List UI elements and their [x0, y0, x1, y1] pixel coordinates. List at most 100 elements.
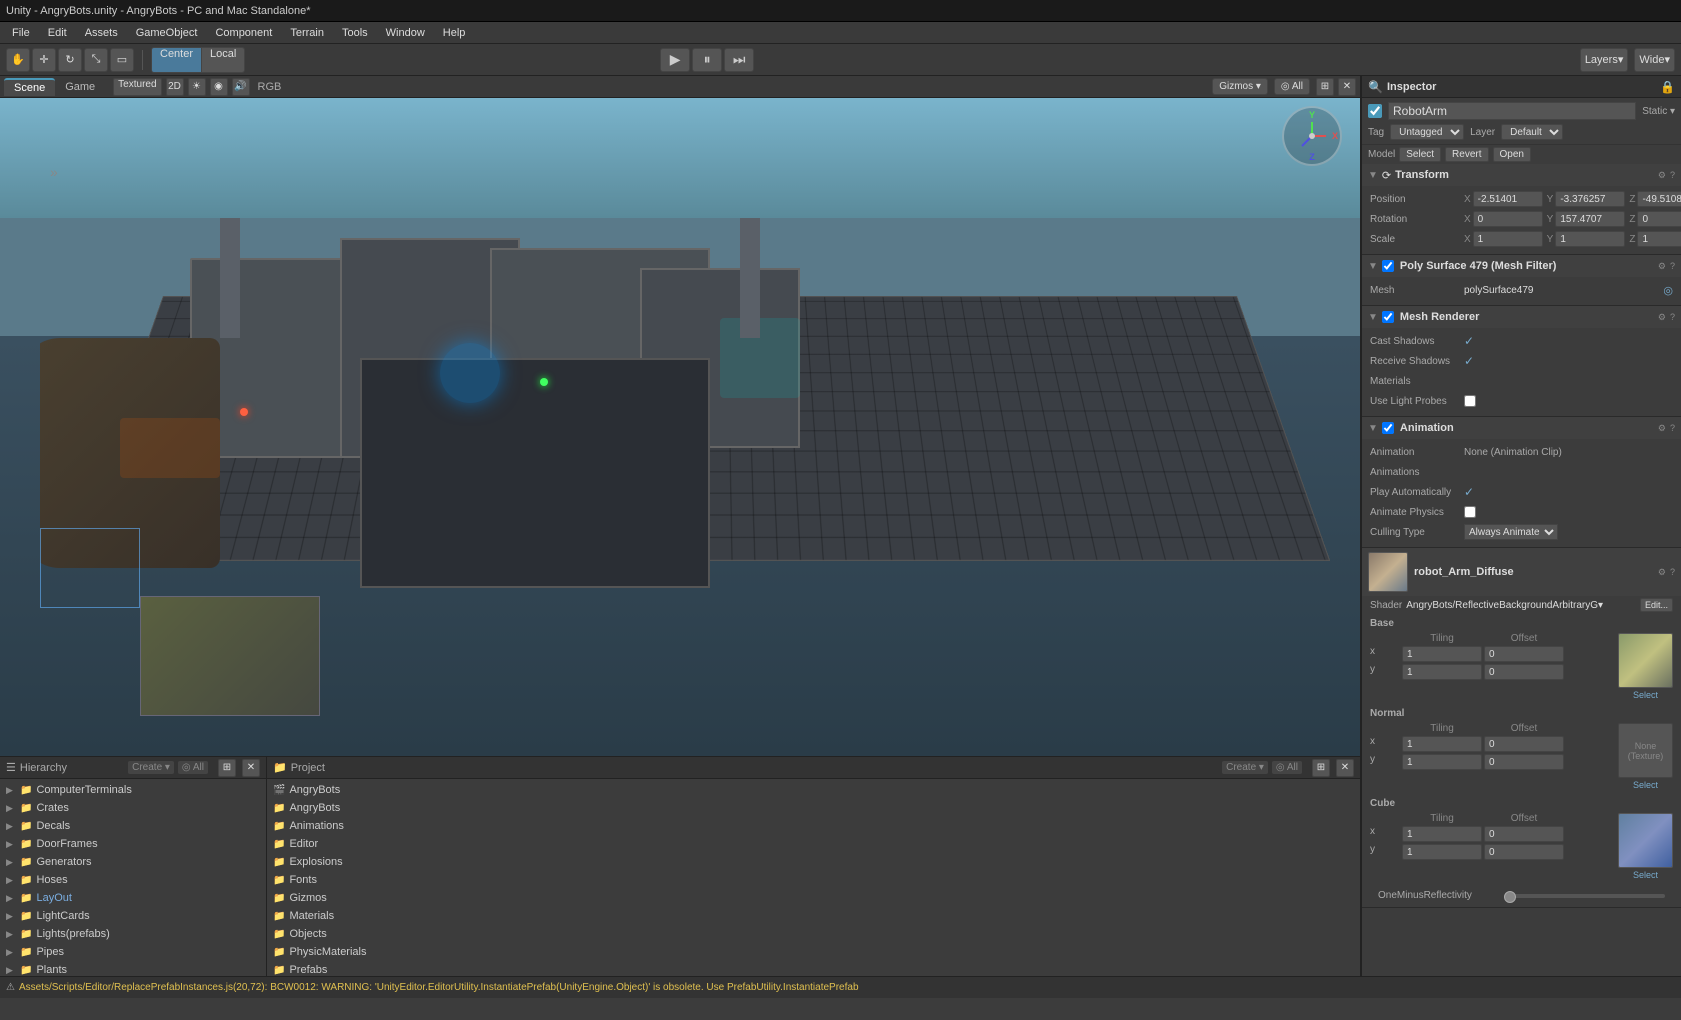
- project-item[interactable]: 📁Objects: [267, 925, 1360, 943]
- pos-z-input[interactable]: [1637, 191, 1681, 207]
- model-revert-btn[interactable]: Revert: [1445, 147, 1488, 162]
- tab-game[interactable]: Game: [55, 79, 105, 95]
- receive-shadows-check[interactable]: ✓: [1464, 354, 1474, 368]
- menu-gameobject[interactable]: GameObject: [128, 25, 206, 41]
- menu-file[interactable]: File: [4, 25, 38, 41]
- base-texture-thumb[interactable]: [1618, 633, 1673, 688]
- mesh-renderer-checkbox[interactable]: [1382, 311, 1394, 323]
- project-close-btn[interactable]: ✕: [1336, 759, 1354, 777]
- menu-tools[interactable]: Tools: [334, 25, 376, 41]
- material-settings-btn[interactable]: ⚙: [1658, 567, 1666, 578]
- hierarchy-close-btn[interactable]: ✕: [242, 759, 260, 777]
- normal-tiling-x[interactable]: [1402, 736, 1482, 752]
- hierarchy-maximize-btn[interactable]: ⊞: [218, 759, 236, 777]
- object-name-input[interactable]: [1388, 102, 1636, 120]
- animation-header[interactable]: ▼ Animation ⚙ ?: [1362, 417, 1681, 439]
- project-item[interactable]: 📁Fonts: [267, 871, 1360, 889]
- use-light-probes-check[interactable]: [1464, 395, 1476, 407]
- reflectivity-slider[interactable]: [1504, 894, 1665, 898]
- hierarchy-all-btn[interactable]: ◎ All: [178, 761, 208, 774]
- animate-physics-check[interactable]: [1464, 506, 1476, 518]
- play-btn[interactable]: ▶: [660, 48, 690, 72]
- draw-mode-dropdown[interactable]: Textured: [113, 78, 161, 96]
- cube-texture-thumb[interactable]: [1618, 813, 1673, 868]
- hierarchy-item[interactable]: ▶📁Decals: [0, 817, 266, 835]
- menu-assets[interactable]: Assets: [77, 25, 126, 41]
- viewport-btn-3[interactable]: ◉: [210, 78, 228, 96]
- pos-y-input[interactable]: [1555, 191, 1625, 207]
- mesh-renderer-settings-btn[interactable]: ⚙: [1658, 312, 1666, 323]
- pause-btn[interactable]: ⏸: [692, 48, 722, 72]
- mesh-filter-header[interactable]: ▼ Poly Surface 479 (Mesh Filter) ⚙ ?: [1362, 255, 1681, 277]
- rot-z-input[interactable]: [1637, 211, 1681, 227]
- project-create-btn[interactable]: Create ▾: [1222, 761, 1268, 774]
- cube-tiling-x[interactable]: [1402, 826, 1482, 842]
- project-item[interactable]: 📁Prefabs: [267, 961, 1360, 976]
- layout-dropdown[interactable]: Wide ▾: [1634, 48, 1675, 72]
- normal-texture-thumb[interactable]: None (Texture): [1618, 723, 1673, 778]
- animation-help-btn[interactable]: ?: [1670, 423, 1675, 434]
- shader-edit-btn[interactable]: Edit...: [1640, 598, 1673, 612]
- tag-dropdown[interactable]: Untagged: [1390, 124, 1464, 140]
- project-item[interactable]: 🎬AngryBots: [267, 781, 1360, 799]
- hierarchy-create-btn[interactable]: Create ▾: [128, 761, 174, 774]
- viewport-close-btn[interactable]: ✕: [1338, 78, 1356, 96]
- mesh-filter-help-btn[interactable]: ?: [1670, 261, 1675, 272]
- tab-scene[interactable]: Scene: [4, 78, 55, 96]
- model-open-btn[interactable]: Open: [1493, 147, 1531, 162]
- scale-y-input[interactable]: [1555, 231, 1625, 247]
- normal-tiling-y[interactable]: [1402, 754, 1482, 770]
- scale-z-input[interactable]: [1637, 231, 1681, 247]
- project-item[interactable]: 📁Animations: [267, 817, 1360, 835]
- hierarchy-item[interactable]: ▶📁Generators: [0, 853, 266, 871]
- menu-edit[interactable]: Edit: [40, 25, 75, 41]
- hierarchy-item[interactable]: ▶📁Plants: [0, 961, 266, 976]
- material-help-btn[interactable]: ?: [1670, 567, 1675, 578]
- hierarchy-item[interactable]: ▶📁DoorFrames: [0, 835, 266, 853]
- project-item[interactable]: 📁Editor: [267, 835, 1360, 853]
- model-select-btn[interactable]: Select: [1399, 147, 1441, 162]
- rot-y-input[interactable]: [1555, 211, 1625, 227]
- static-badge[interactable]: Static ▾: [1642, 106, 1675, 117]
- object-active-checkbox[interactable]: [1368, 104, 1382, 118]
- animation-checkbox[interactable]: [1382, 422, 1394, 434]
- project-item[interactable]: 📁Explosions: [267, 853, 1360, 871]
- mesh-renderer-header[interactable]: ▼ Mesh Renderer ⚙ ?: [1362, 306, 1681, 328]
- project-item[interactable]: 📁Gizmos: [267, 889, 1360, 907]
- viewport-btn-4[interactable]: 🔊: [232, 78, 250, 96]
- transform-move-btn[interactable]: ✛: [32, 48, 56, 72]
- project-item[interactable]: 📁AngryBots: [267, 799, 1360, 817]
- base-select-btn[interactable]: Select: [1633, 690, 1658, 700]
- hierarchy-item[interactable]: ▶📁Hoses: [0, 871, 266, 889]
- all-layers-btn[interactable]: ◎ All: [1274, 78, 1310, 95]
- transform-scale-btn[interactable]: ⤡: [84, 48, 108, 72]
- hierarchy-item[interactable]: ▶📁LightCards: [0, 907, 266, 925]
- hierarchy-item[interactable]: ▶📁Crates: [0, 799, 266, 817]
- cast-shadows-check[interactable]: ✓: [1464, 334, 1474, 348]
- normal-select-btn[interactable]: Select: [1633, 780, 1658, 790]
- viewport-btn-2[interactable]: ☀: [188, 78, 206, 96]
- scale-x-input[interactable]: [1473, 231, 1543, 247]
- culling-type-dropdown[interactable]: Always Animate: [1464, 524, 1558, 540]
- layers-dropdown[interactable]: Layers ▾: [1580, 48, 1629, 72]
- pos-x-input[interactable]: [1473, 191, 1543, 207]
- mesh-filter-settings-btn[interactable]: ⚙: [1658, 261, 1666, 272]
- hierarchy-item[interactable]: ▶📁Lights(prefabs): [0, 925, 266, 943]
- project-item[interactable]: 📁Materials: [267, 907, 1360, 925]
- base-tiling-x[interactable]: [1402, 646, 1482, 662]
- mesh-renderer-help-btn[interactable]: ?: [1670, 312, 1675, 323]
- rot-x-input[interactable]: [1473, 211, 1543, 227]
- step-btn[interactable]: ⏭: [724, 48, 754, 72]
- cube-offset-x[interactable]: [1484, 826, 1564, 842]
- hierarchy-item[interactable]: ▶📁Pipes: [0, 943, 266, 961]
- viewport-btn-1[interactable]: 2D: [166, 78, 184, 96]
- lock-icon[interactable]: 🔒: [1660, 80, 1675, 94]
- base-tiling-y[interactable]: [1402, 664, 1482, 680]
- project-item[interactable]: 📁PhysicMaterials: [267, 943, 1360, 961]
- transform-settings-btn[interactable]: ⚙: [1658, 170, 1666, 181]
- base-offset-y[interactable]: [1484, 664, 1564, 680]
- project-maximize-btn[interactable]: ⊞: [1312, 759, 1330, 777]
- mesh-picker-icon[interactable]: ◎: [1663, 284, 1673, 297]
- base-offset-x[interactable]: [1484, 646, 1564, 662]
- mesh-filter-checkbox[interactable]: [1382, 260, 1394, 272]
